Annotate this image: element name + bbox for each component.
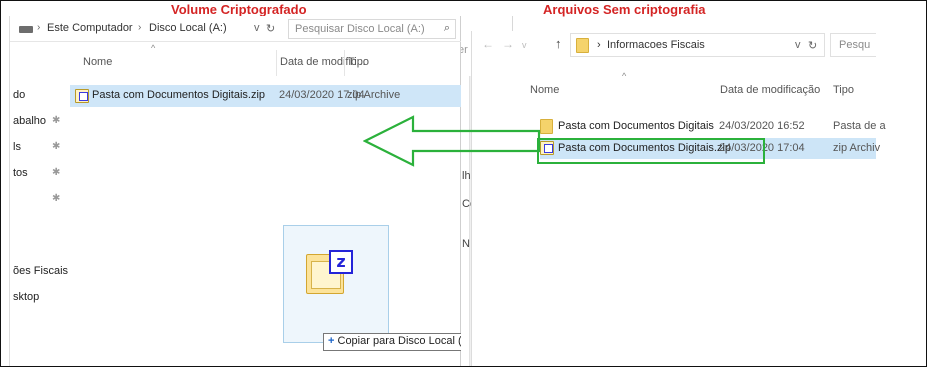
right-search-input[interactable]: Pesqu (830, 33, 876, 57)
caption-encrypted-volume: Volume Criptografado (171, 2, 307, 17)
chevron-down-icon[interactable]: v (522, 40, 527, 50)
zip-z-badge-icon: z (329, 250, 353, 274)
window-fragment-text: er (461, 44, 468, 56)
screenshot-frame: Volume Criptografado Arquivos Sem cripto… (0, 0, 927, 367)
pin-icon: ✱ (52, 141, 61, 152)
folder-icon (576, 38, 589, 53)
nav-item[interactable]: abalho (13, 115, 46, 127)
folder-icon (540, 119, 553, 134)
zip-archive-icon (75, 89, 89, 103)
up-arrow-icon[interactable]: ↑ (555, 36, 562, 51)
forward-arrow-icon[interactable]: → (502, 37, 514, 51)
search-icon[interactable]: ⌕ (444, 22, 450, 35)
column-divider[interactable] (344, 50, 345, 76)
file-date: 24/03/2020 16:52 (719, 120, 805, 132)
left-navigation-pane: do abalho ✱ ls ✱ tos ✱ ✱ ões Fiscais skt… (10, 42, 68, 366)
right-path-bar[interactable]: › Informacoes Fiscais v ↻ (570, 33, 825, 57)
plus-icon: + (328, 335, 335, 347)
column-header-name[interactable]: Nome (530, 84, 559, 96)
nav-item[interactable]: sktop (13, 291, 39, 303)
caption-unencrypted-files: Arquivos Sem criptografia (543, 2, 706, 17)
highlight-box (537, 138, 765, 164)
drive-icon (19, 26, 33, 33)
column-header-date[interactable]: Data de modificação (720, 84, 820, 96)
nav-item[interactable]: ões Fiscais (13, 265, 68, 277)
breadcrumb-disco-local[interactable]: Disco Local (A:) (149, 22, 227, 34)
breadcrumb-este-computador[interactable]: Este Computador (47, 22, 133, 34)
back-arrow-icon[interactable]: ← (482, 37, 494, 51)
file-type: zip Archiv (833, 142, 881, 154)
copy-drop-tooltip: + Copiar para Disco Local (A:) (323, 333, 481, 351)
drag-direction-arrow-icon (363, 115, 541, 167)
pin-icon: ✱ (52, 167, 61, 178)
file-name: Pasta com Documentos Digitais (558, 120, 714, 132)
right-address-bar: ← → v ↑ › Informacoes Fiscais v ↻ Pesqu (472, 31, 876, 61)
file-row[interactable]: Pasta com Documentos Digitais 24/03/2020… (540, 116, 886, 137)
refresh-icon[interactable]: ↻ (266, 22, 275, 35)
chevron-right-icon: › (37, 22, 41, 33)
copy-tooltip-text: Copiar para Disco Local (A:) (337, 335, 476, 347)
column-divider[interactable] (276, 50, 277, 76)
file-row-selected[interactable]: Pasta com Documentos Digitais.zip 24/03/… (70, 85, 462, 107)
right-explorer-window: ← → v ↑ › Informacoes Fiscais v ↻ Pesqu … (471, 31, 886, 366)
left-search-input[interactable]: Pesquisar Disco Local (A:) ⌕ (288, 19, 456, 39)
column-header-name[interactable]: Nome (83, 56, 112, 68)
nav-item[interactable]: ls (13, 141, 21, 153)
refresh-icon[interactable]: ↻ (808, 39, 817, 52)
left-address-bar[interactable]: › Este Computador › Disco Local (A:) v ↻… (10, 16, 462, 42)
chevron-right-icon: › (597, 39, 601, 51)
chevron-down-icon[interactable]: v (254, 22, 260, 34)
nav-fragment[interactable]: N (462, 238, 470, 250)
search-placeholder: Pesqu (839, 39, 871, 51)
chevron-right-icon: › (138, 22, 142, 33)
chevron-down-icon[interactable]: v (795, 39, 801, 51)
column-header-type[interactable]: Tipo (348, 56, 369, 68)
drag-preview: z (283, 225, 389, 343)
nav-item[interactable]: do (13, 89, 25, 101)
left-explorer-window: › Este Computador › Disco Local (A:) v ↻… (9, 16, 462, 366)
file-type: zip Archive (347, 89, 401, 101)
file-type: Pasta de a (833, 120, 886, 132)
pin-icon: ✱ (52, 193, 61, 204)
nav-item[interactable]: tos (13, 167, 28, 179)
sort-ascending-icon: ^ (622, 71, 627, 81)
column-header-type[interactable]: Tipo (833, 84, 854, 96)
pin-icon: ✱ (52, 115, 61, 126)
breadcrumb-informacoes-fiscais[interactable]: Informacoes Fiscais (607, 39, 705, 51)
search-placeholder: Pesquisar Disco Local (A:) (295, 23, 425, 35)
sort-ascending-icon: ^ (151, 43, 156, 53)
file-name: Pasta com Documentos Digitais.zip (92, 89, 266, 101)
arrow-outline (363, 115, 541, 167)
